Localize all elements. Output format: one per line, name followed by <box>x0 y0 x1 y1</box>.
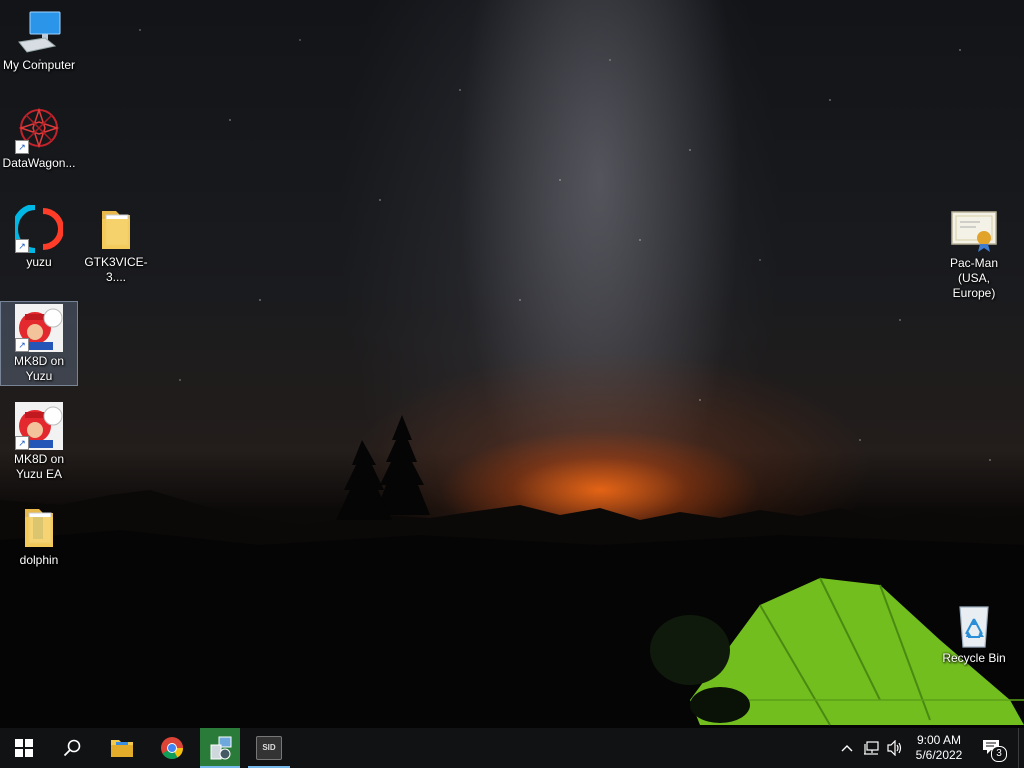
wallpaper-landscape <box>0 415 1024 728</box>
shortcut-arrow-icon: ↗ <box>15 239 29 253</box>
desktop-icon-label: MK8D on <box>13 354 65 368</box>
desktop-icon-pac-man[interactable]: Pac-Man (USA, Europe) <box>936 206 1012 301</box>
search-icon <box>63 739 81 757</box>
desktop-icon-dolphin-folder[interactable]: dolphin <box>1 503 77 568</box>
chrome-icon <box>161 737 183 759</box>
tray-overflow-button[interactable] <box>836 728 858 768</box>
shortcut-arrow-icon: ↗ <box>15 140 29 154</box>
computer-icon <box>15 8 63 56</box>
desktop-icon-label: GTK3VICE-3.... <box>84 255 148 284</box>
datawagon-icon: ↗ <box>15 106 63 154</box>
taskbar: SID 9:00 AM 5/6/2022 3 <box>0 728 1024 768</box>
shortcut-arrow-icon: ↗ <box>15 436 29 450</box>
desktop-icon-my-computer[interactable]: My Computer <box>1 8 77 73</box>
desktop-icon-label: yuzu <box>26 255 52 269</box>
tray-network-button[interactable] <box>859 728 883 768</box>
clock-date: 5/6/2022 <box>915 748 963 762</box>
certificate-icon <box>950 206 998 254</box>
file-explorer-icon <box>111 740 133 757</box>
desktop-icon-label: Yuzu <box>25 369 53 383</box>
desktop-icon-label: My Computer <box>2 58 76 72</box>
desktop-icon-label: dolphin <box>19 553 59 567</box>
recycle-bin-icon <box>950 601 998 649</box>
mario-kart-icon: ↗ <box>15 304 63 352</box>
tray-volume-button[interactable] <box>883 728 907 768</box>
folder-icon <box>92 205 140 253</box>
mario-kart-icon: ↗ <box>15 402 63 450</box>
desktop-icon-recycle-bin[interactable]: Recycle Bin <box>936 601 1012 666</box>
desktop-icon-label: (USA, Europe) <box>952 271 996 300</box>
desktop-icon-label: Recycle Bin <box>942 651 1006 665</box>
yuzu-icon: ↗ <box>12 204 64 254</box>
windows-logo-icon <box>15 739 33 757</box>
shortcut-arrow-icon: ↗ <box>15 338 29 352</box>
start-button[interactable] <box>0 728 48 768</box>
folder-icon <box>15 503 63 551</box>
taskbar-sid[interactable]: SID <box>248 728 290 768</box>
desktop-icon-datawagon[interactable]: ↗ DataWagon... <box>1 106 77 171</box>
desktop-icon-label: Yuzu EA <box>15 467 63 481</box>
desktop-icon-yuzu[interactable]: ↗ yuzu <box>1 204 77 270</box>
show-desktop-button[interactable] <box>1018 728 1024 768</box>
network-tool-icon <box>210 736 232 760</box>
desktop-icon-label: MK8D on <box>13 452 65 466</box>
taskbar-file-explorer[interactable] <box>98 728 146 768</box>
desktop-icon-label: Pac-Man <box>949 256 999 270</box>
network-icon <box>864 741 879 755</box>
action-center-button[interactable]: 3 <box>972 728 1014 768</box>
taskbar-chrome[interactable] <box>148 728 196 768</box>
desktop-icon-gtk3vice-folder[interactable]: GTK3VICE-3.... <box>78 205 154 285</box>
sid-icon: SID <box>256 736 282 760</box>
desktop: My Computer ↗ DataWagon... ↗ yuzu GTK3VI… <box>0 0 1024 728</box>
search-button[interactable] <box>48 728 96 768</box>
clock-time: 9:00 AM <box>916 733 962 747</box>
taskbar-network-tool[interactable] <box>200 728 240 768</box>
tray-clock[interactable]: 9:00 AM 5/6/2022 <box>908 728 970 768</box>
speaker-icon <box>887 740 902 756</box>
chevron-up-icon <box>841 745 853 752</box>
desktop-icon-mk8d-on-yuzu[interactable]: ↗ MK8D on Yuzu <box>0 301 78 386</box>
notification-count-badge: 3 <box>991 746 1007 762</box>
desktop-icon-label: DataWagon... <box>2 156 76 170</box>
desktop-icon-mk8d-on-yuzu-ea[interactable]: ↗ MK8D on Yuzu EA <box>1 402 77 482</box>
